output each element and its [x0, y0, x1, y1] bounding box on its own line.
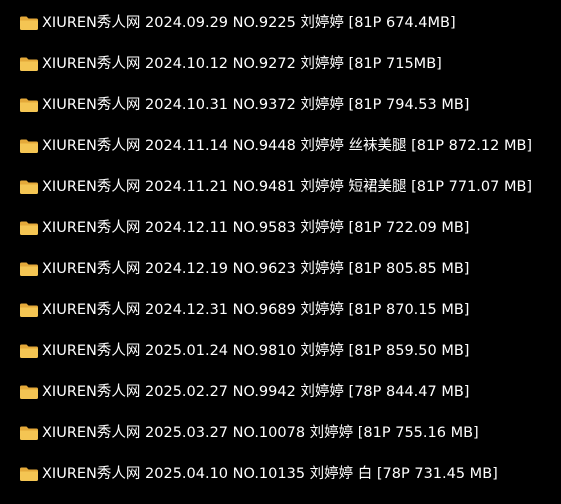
folder-name: XIUREN秀人网 2025.03.27 NO.10078 刘婷婷 [81P 7…	[42, 425, 479, 441]
folder-icon	[19, 138, 39, 154]
folder-item[interactable]: XIUREN秀人网 2024.12.19 NO.9623 刘婷婷 [81P 80…	[0, 254, 561, 284]
folder-icon	[19, 97, 39, 113]
folder-icon	[19, 179, 39, 195]
folder-item[interactable]: XIUREN秀人网 2024.09.29 NO.9225 刘婷婷 [81P 67…	[0, 8, 561, 38]
folder-name: XIUREN秀人网 2024.09.29 NO.9225 刘婷婷 [81P 67…	[42, 15, 456, 31]
folder-item[interactable]: XIUREN秀人网 2024.12.11 NO.9583 刘婷婷 [81P 72…	[0, 213, 561, 243]
folder-name: XIUREN秀人网 2024.10.12 NO.9272 刘婷婷 [81P 71…	[42, 56, 442, 72]
folder-item[interactable]: XIUREN秀人网 2025.02.27 NO.9942 刘婷婷 [78P 84…	[0, 377, 561, 407]
folder-item[interactable]: XIUREN秀人网 2024.10.12 NO.9272 刘婷婷 [81P 71…	[0, 49, 561, 79]
folder-icon	[19, 15, 39, 31]
folder-item[interactable]: XIUREN秀人网 2024.10.31 NO.9372 刘婷婷 [81P 79…	[0, 90, 561, 120]
folder-name: XIUREN秀人网 2024.12.31 NO.9689 刘婷婷 [81P 87…	[42, 302, 470, 318]
folder-icon	[19, 343, 39, 359]
folder-name: XIUREN秀人网 2024.11.14 NO.9448 刘婷婷 丝袜美腿 [8…	[42, 138, 533, 154]
folder-name: XIUREN秀人网 2025.01.24 NO.9810 刘婷婷 [81P 85…	[42, 343, 470, 359]
folder-icon	[19, 261, 39, 277]
folder-icon	[19, 384, 39, 400]
folder-name: XIUREN秀人网 2025.04.10 NO.10135 刘婷婷 白 [78P…	[42, 466, 498, 482]
folder-icon	[19, 466, 39, 482]
folder-item[interactable]: XIUREN秀人网 2024.11.14 NO.9448 刘婷婷 丝袜美腿 [8…	[0, 131, 561, 161]
folder-list: XIUREN秀人网 2024.09.29 NO.9225 刘婷婷 [81P 67…	[0, 0, 561, 504]
folder-name: XIUREN秀人网 2024.10.31 NO.9372 刘婷婷 [81P 79…	[42, 97, 470, 113]
folder-item[interactable]: XIUREN秀人网 2024.12.31 NO.9689 刘婷婷 [81P 87…	[0, 295, 561, 325]
folder-name: XIUREN秀人网 2025.02.27 NO.9942 刘婷婷 [78P 84…	[42, 384, 470, 400]
folder-item[interactable]: XIUREN秀人网 2025.01.24 NO.9810 刘婷婷 [81P 85…	[0, 336, 561, 366]
folder-icon	[19, 220, 39, 236]
folder-item[interactable]: XIUREN秀人网 2024.11.21 NO.9481 刘婷婷 短裙美腿 [8…	[0, 172, 561, 202]
folder-icon	[19, 302, 39, 318]
folder-name: XIUREN秀人网 2024.12.19 NO.9623 刘婷婷 [81P 80…	[42, 261, 470, 277]
folder-item[interactable]: XIUREN秀人网 2025.03.27 NO.10078 刘婷婷 [81P 7…	[0, 418, 561, 448]
folder-item[interactable]: XIUREN秀人网 2025.04.10 NO.10135 刘婷婷 白 [78P…	[0, 459, 561, 489]
folder-icon	[19, 425, 39, 441]
folder-name: XIUREN秀人网 2024.12.11 NO.9583 刘婷婷 [81P 72…	[42, 220, 470, 236]
folder-icon	[19, 56, 39, 72]
folder-name: XIUREN秀人网 2024.11.21 NO.9481 刘婷婷 短裙美腿 [8…	[42, 179, 533, 195]
